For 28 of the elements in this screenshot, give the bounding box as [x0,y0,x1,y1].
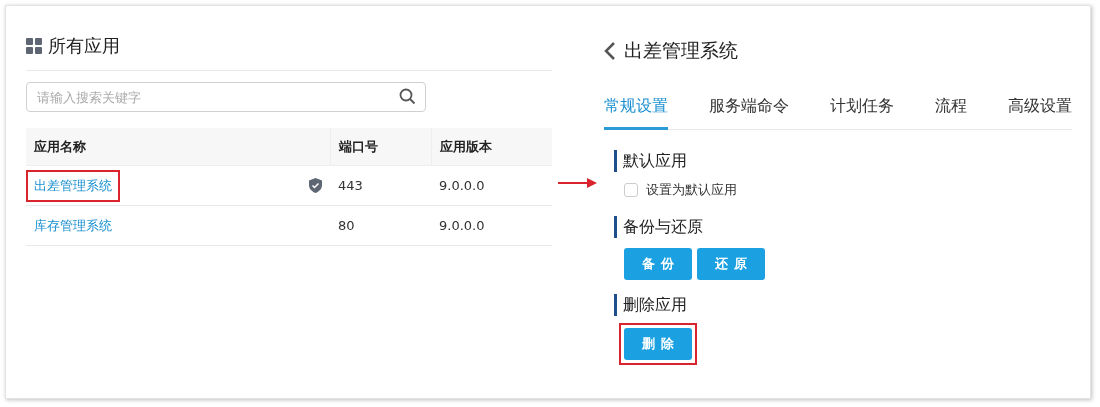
app-link[interactable]: 库存管理系统 [34,216,112,235]
table-cell: 9.0.0.0 [431,165,552,206]
section-heading: 删除应用 [614,294,687,316]
tab[interactable]: 服务端命令 [709,90,789,130]
tab[interactable]: 高级设置 [1008,90,1072,130]
tab[interactable]: 计划任务 [830,90,894,130]
column-header: 应用名称 [26,128,330,166]
app-title: 出差管理系统 [624,38,738,63]
checkbox-label: 设置为默认应用 [646,181,737,199]
section-heading: 默认应用 [614,150,687,172]
search-icon[interactable] [399,88,416,105]
back-chevron-icon[interactable] [604,41,616,61]
panel-title: 所有应用 [48,34,120,58]
table-cell: 443 [330,165,431,206]
search-field[interactable]: 请输入搜索关键字 [26,82,426,112]
tab[interactable]: 常规设置 [604,90,668,130]
action-button[interactable]: 删除 [624,328,692,360]
tab[interactable]: 流程 [935,90,967,130]
column-header: 端口号 [330,128,431,166]
table-cell: 9.0.0.0 [431,205,552,246]
table-cell: 80 [330,205,431,246]
section-heading: 备份与还原 [614,216,703,238]
column-header: 应用版本 [431,128,552,166]
action-button[interactable]: 备份 [624,248,692,280]
grid-icon [26,38,42,54]
app-link[interactable]: 出差管理系统 [34,177,112,193]
action-button[interactable]: 还原 [697,248,765,280]
checkbox[interactable] [624,183,638,197]
